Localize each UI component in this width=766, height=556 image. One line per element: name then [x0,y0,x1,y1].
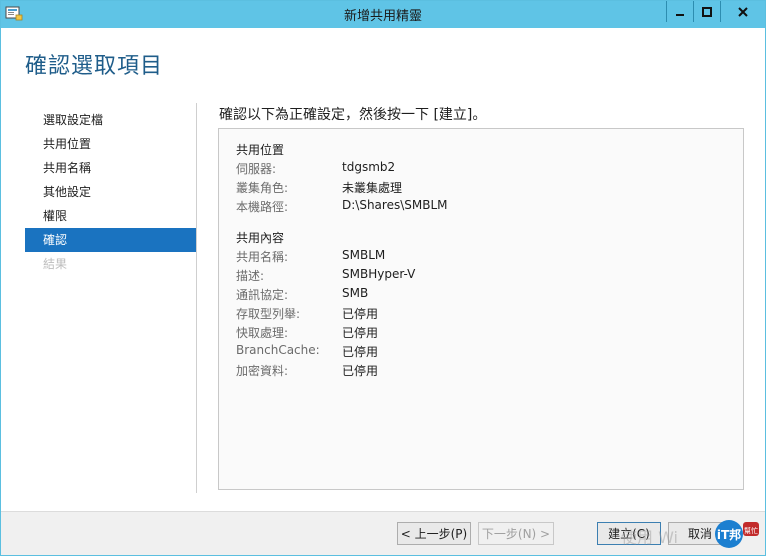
summary-label: 共用名稱: [236,250,289,264]
title-bar[interactable]: 新增共用精靈 [1,1,765,28]
summary-label: 加密資料: [236,364,289,378]
summary-label: BranchCache: [236,343,320,357]
wizard-footer: < 上一步(P) 下一步(N) > 建立(C) 取消 使用 Wi iT邦 幫忙 [1,511,765,555]
summary-value: 已停用 [342,307,379,321]
close-button[interactable] [720,1,765,22]
sidebar-item-other-settings[interactable]: 其他設定 [25,180,196,204]
summary-value: 已停用 [342,326,379,340]
summary-label: 伺服器: [236,162,277,176]
maximize-icon [702,6,712,17]
summary-value: SMBHyper-V [342,267,416,281]
summary-value: 未叢集處理 [342,181,403,195]
sidebar-item-results: 結果 [43,257,68,271]
next-button[interactable]: 下一步(N) > [478,522,554,545]
sidebar-item-confirmation[interactable]: 確認 [25,228,196,252]
settings-summary: 共用位置 伺服器: tdgsmb2 叢集角色: 未叢集處理 本機路徑: D:\S… [218,128,744,490]
close-icon [738,6,748,17]
page-title: 確認選取項目 [25,54,164,79]
section-heading-content: 共用內容 [236,231,285,245]
wizard-content: 確認選取項目 選取設定檔 共用位置 共用名稱 其他設定 權限 確認 結果 確認以… [1,28,765,511]
summary-label: 描述: [236,269,265,283]
watermark-faded-text: 使用 Wi [621,528,679,547]
minimize-button[interactable] [666,1,693,22]
sidebar-item-share-location[interactable]: 共用位置 [25,132,196,156]
summary-value: 已停用 [342,345,379,359]
wizard-window: 新增共用精靈 確認選取項目 選取設定檔 共用位置 共用名稱 其他設定 權限 確認… [0,0,766,556]
instruction-text: 確認以下為正確設定，然後按一下 [建立]。 [219,107,487,123]
maximize-button[interactable] [693,1,720,22]
section-heading-location: 共用位置 [236,143,285,157]
summary-value: SMBLM [342,248,386,262]
logo-subtext: 幫忙 [744,526,758,535]
summary-value: D:\Shares\SMBLM [342,198,448,212]
minimize-icon [676,13,684,16]
summary-value: 已停用 [342,364,379,378]
summary-value: tdgsmb2 [342,160,396,174]
summary-label: 通訊協定: [236,288,289,302]
summary-value: SMB [342,286,369,300]
sidebar-item-permissions[interactable]: 權限 [25,204,196,228]
ithome-logo-icon: iT邦 幫忙 [715,520,759,548]
back-button[interactable]: < 上一步(P) [397,522,471,545]
logo-text: iT邦 [717,527,741,542]
summary-label: 存取型列舉: [236,307,301,321]
window-title: 新增共用精靈 [343,9,422,24]
sidebar-item-select-profile[interactable]: 選取設定檔 [25,108,196,132]
summary-label: 本機路徑: [236,200,289,214]
summary-label: 快取處理: [236,326,289,340]
sidebar-divider [196,103,197,493]
wizard-steps-sidebar: 選取設定檔 共用位置 共用名稱 其他設定 權限 確認 結果 [25,108,196,276]
summary-label: 叢集角色: [236,181,289,195]
sidebar-item-share-name[interactable]: 共用名稱 [25,156,196,180]
